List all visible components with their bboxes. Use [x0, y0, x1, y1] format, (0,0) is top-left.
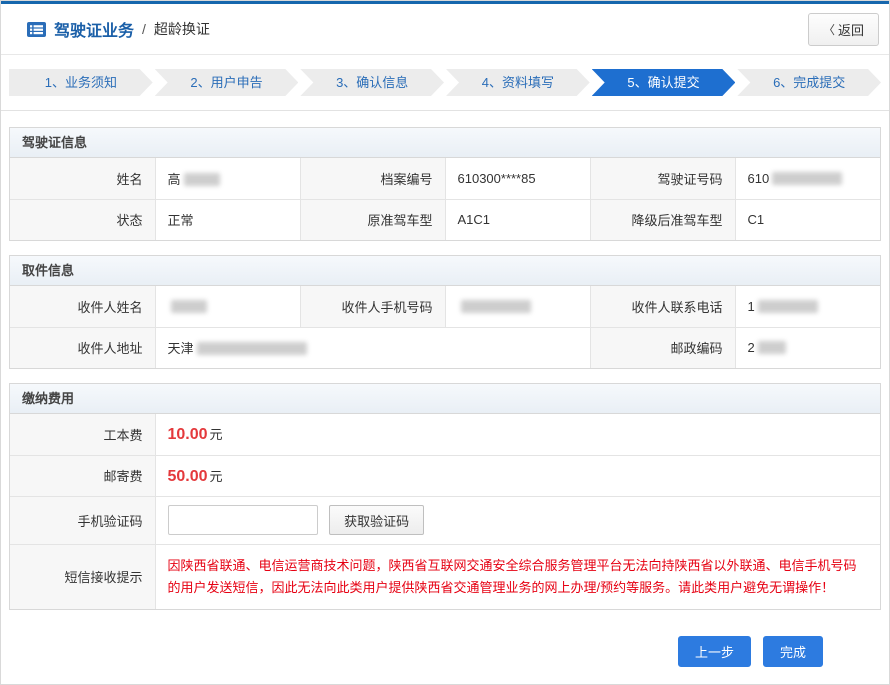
file-no-value: 610300****85: [445, 158, 590, 199]
address-value: 天津: [155, 327, 590, 368]
table-row: 收件人地址 天津 邮政编码 2: [10, 327, 880, 368]
step-5-confirm-submit[interactable]: 5、确认提交: [592, 69, 736, 96]
sms-code-label: 手机验证码: [10, 496, 155, 544]
redacted-value: [171, 300, 207, 313]
name-label: 姓名: [10, 158, 155, 199]
status-value: 正常: [155, 199, 300, 240]
address-value-text: 天津: [168, 341, 194, 356]
back-button-label: 返回: [838, 20, 864, 39]
phone-label: 收件人联系电话: [590, 286, 735, 327]
page-title: 驾驶证业务: [54, 17, 134, 41]
sms-notice-cell: 因陕西省联通、电信运营商技术问题，陕西省互联网交通安全综合服务管理平台无法向持陕…: [155, 544, 880, 609]
section-fees: 缴纳费用 工本费 10.00元 邮寄费 50.00元 手机验证码: [9, 383, 881, 610]
step-4-fill-info[interactable]: 4、资料填写: [446, 69, 590, 96]
postage-fee-label: 邮寄费: [10, 455, 155, 496]
file-no-label: 档案编号: [300, 158, 445, 199]
step-nav: 1、业务须知 2、用户申告 3、确认信息 4、资料填写 5、确认提交 6、完成提…: [1, 55, 889, 111]
postage-fee-value: 50.00元: [155, 455, 880, 496]
downgrade-type-value-text: C1: [748, 212, 765, 227]
downgrade-type-label: 降级后准驾车型: [590, 199, 735, 240]
address-label: 收件人地址: [10, 327, 155, 368]
phone-value-text: 1: [748, 299, 755, 314]
license-section-title: 驾驶证信息: [10, 128, 880, 158]
get-code-button[interactable]: 获取验证码: [329, 505, 424, 535]
mobile-value: [445, 286, 590, 327]
section-license-info: 驾驶证信息 姓名 高 档案编号 610300****85 驾驶证号码 610: [9, 127, 881, 241]
redacted-value: [772, 172, 842, 185]
step-1-business-notice[interactable]: 1、业务须知: [9, 69, 153, 96]
prev-step-button[interactable]: 上一步: [678, 636, 751, 667]
production-fee-label: 工本费: [10, 414, 155, 455]
table-row: 邮寄费 50.00元: [10, 455, 880, 496]
license-info-table: 姓名 高 档案编号 610300****85 驾驶证号码 610 状态 正常 原…: [10, 158, 880, 240]
currency-unit: 元: [210, 427, 223, 442]
sms-notice-label: 短信接收提示: [10, 544, 155, 609]
section-pickup-info: 取件信息 收件人姓名 收件人手机号码 收件人联系电话 1: [9, 255, 881, 369]
production-fee-value: 10.00元: [155, 414, 880, 455]
license-business-icon: [27, 22, 46, 37]
sms-code-input[interactable]: [168, 505, 318, 535]
pickup-info-table: 收件人姓名 收件人手机号码 收件人联系电话 1 收件人地址 天津 邮政编码 2: [10, 286, 880, 368]
orig-type-label: 原准驾车型: [300, 199, 445, 240]
license-no-value: 610: [735, 158, 880, 199]
breadcrumb-separator: /: [142, 21, 146, 37]
sms-code-cell: 获取验证码: [155, 496, 880, 544]
downgrade-type-value: C1: [735, 199, 880, 240]
step-3-confirm-info[interactable]: 3、确认信息: [300, 69, 444, 96]
redacted-value: [197, 342, 307, 355]
file-no-value-text: 610300****85: [458, 171, 536, 186]
status-label: 状态: [10, 199, 155, 240]
back-chevron-icon: 〈: [823, 21, 835, 38]
postcode-value-text: 2: [748, 340, 755, 355]
redacted-value: [461, 300, 531, 313]
name-value-text: 高: [168, 172, 181, 187]
redacted-value: [758, 341, 786, 354]
sms-notice-text: 因陕西省联通、电信运营商技术问题，陕西省互联网交通安全综合服务管理平台无法向持陕…: [168, 555, 869, 599]
postcode-value: 2: [735, 327, 880, 368]
table-row: 手机验证码 获取验证码: [10, 496, 880, 544]
table-row: 状态 正常 原准驾车型 A1C1 降级后准驾车型 C1: [10, 199, 880, 240]
recipient-label: 收件人姓名: [10, 286, 155, 327]
orig-type-value-text: A1C1: [458, 212, 491, 227]
orig-type-value: A1C1: [445, 199, 590, 240]
main-content: 驾驶证信息 姓名 高 档案编号 610300****85 驾驶证号码 610: [1, 111, 889, 667]
table-row: 工本费 10.00元: [10, 414, 880, 455]
done-button[interactable]: 完成: [763, 636, 823, 667]
name-value: 高: [155, 158, 300, 199]
breadcrumb: 驾驶证业务 / 超龄换证: [27, 17, 210, 41]
table-row: 姓名 高 档案编号 610300****85 驾驶证号码 610: [10, 158, 880, 199]
license-no-value-text: 610: [748, 171, 770, 186]
table-row: 收件人姓名 收件人手机号码 收件人联系电话 1: [10, 286, 880, 327]
step-2-user-declaration[interactable]: 2、用户申告: [155, 69, 299, 96]
table-row: 短信接收提示 因陕西省联通、电信运营商技术问题，陕西省互联网交通安全综合服务管理…: [10, 544, 880, 609]
pickup-section-title: 取件信息: [10, 256, 880, 286]
postcode-label: 邮政编码: [590, 327, 735, 368]
recipient-value: [155, 286, 300, 327]
step-6-complete-submit[interactable]: 6、完成提交: [737, 69, 881, 96]
header: 驾驶证业务 / 超龄换证 〈 返回: [1, 4, 889, 55]
redacted-value: [184, 173, 220, 186]
fees-table: 工本费 10.00元 邮寄费 50.00元 手机验证码 获取验证码: [10, 414, 880, 609]
page-subtitle: 超龄换证: [154, 19, 210, 39]
currency-unit: 元: [210, 469, 223, 484]
production-fee-amount: 10.00: [168, 426, 208, 443]
phone-value: 1: [735, 286, 880, 327]
license-no-label: 驾驶证号码: [590, 158, 735, 199]
redacted-value: [758, 300, 818, 313]
back-button[interactable]: 〈 返回: [808, 13, 879, 46]
footer-actions: 上一步 完成: [9, 624, 881, 667]
page: 驾驶证业务 / 超龄换证 〈 返回 1、业务须知 2、用户申告 3、确认信息 4…: [0, 0, 890, 685]
postage-fee-amount: 50.00: [168, 468, 208, 485]
mobile-label: 收件人手机号码: [300, 286, 445, 327]
fees-section-title: 缴纳费用: [10, 384, 880, 414]
status-value-text: 正常: [168, 213, 194, 228]
